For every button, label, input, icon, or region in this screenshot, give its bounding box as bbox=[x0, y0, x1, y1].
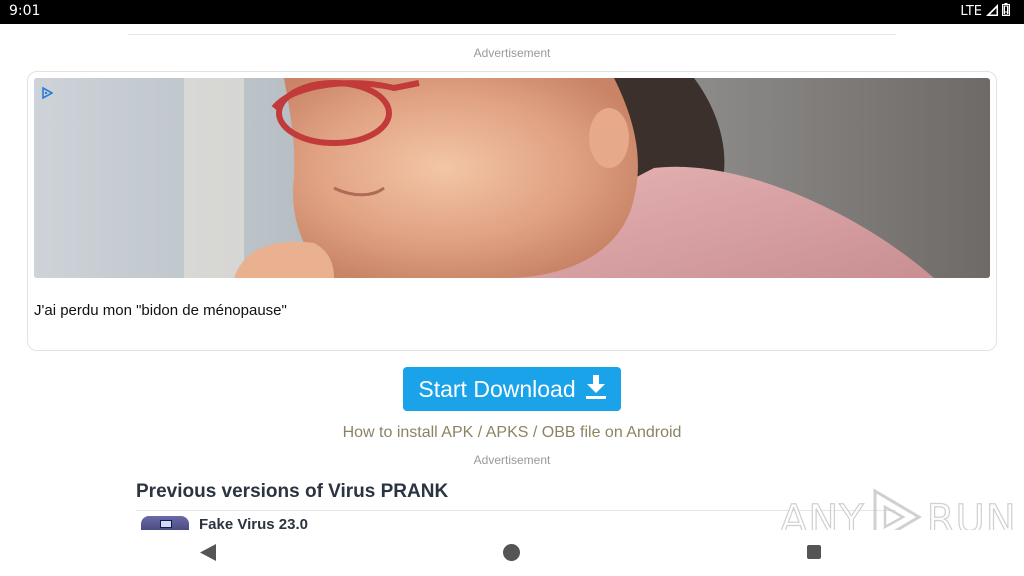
install-help-link[interactable]: How to install APK / APKS / OBB file on … bbox=[0, 424, 1024, 442]
ad-image[interactable] bbox=[34, 78, 990, 278]
start-download-label: Start Download bbox=[418, 375, 576, 402]
page-content[interactable]: Advertisement J'ai perdu mon "bidon de m… bbox=[0, 24, 1024, 530]
signal-icon bbox=[986, 3, 998, 20]
navigation-bar bbox=[0, 530, 1024, 576]
adchoices-icon[interactable] bbox=[41, 87, 53, 99]
watermark-left: ANY bbox=[779, 496, 865, 530]
start-download-button[interactable]: Start Download bbox=[403, 367, 621, 411]
download-icon bbox=[585, 374, 606, 404]
advertisement-label-bottom: Advertisement bbox=[473, 453, 551, 467]
back-icon[interactable] bbox=[200, 544, 216, 566]
status-bar: 9:01 LTE bbox=[0, 0, 1024, 24]
battery-icon bbox=[1002, 3, 1010, 20]
watermark-right: RUN bbox=[926, 496, 1017, 530]
status-time: 9:01 bbox=[9, 3, 41, 19]
recents-icon[interactable] bbox=[807, 545, 821, 559]
ad-card[interactable]: J'ai perdu mon "bidon de ménopause" bbox=[27, 71, 997, 351]
ad-caption[interactable]: J'ai perdu mon "bidon de ménopause" bbox=[34, 302, 287, 319]
home-icon[interactable] bbox=[503, 544, 520, 561]
previous-versions-title: Previous versions of Virus PRANK bbox=[136, 481, 449, 502]
app-icon bbox=[141, 516, 189, 530]
play-logo-icon bbox=[867, 487, 925, 530]
version-name: Fake Virus 23.0 bbox=[199, 516, 308, 530]
previous-content-row bbox=[128, 24, 896, 35]
network-type: LTE bbox=[960, 4, 982, 19]
anyrun-watermark: ANY RUN bbox=[779, 487, 1017, 530]
advertisement-label: Advertisement bbox=[473, 46, 551, 60]
status-indicators: LTE bbox=[960, 3, 1010, 20]
